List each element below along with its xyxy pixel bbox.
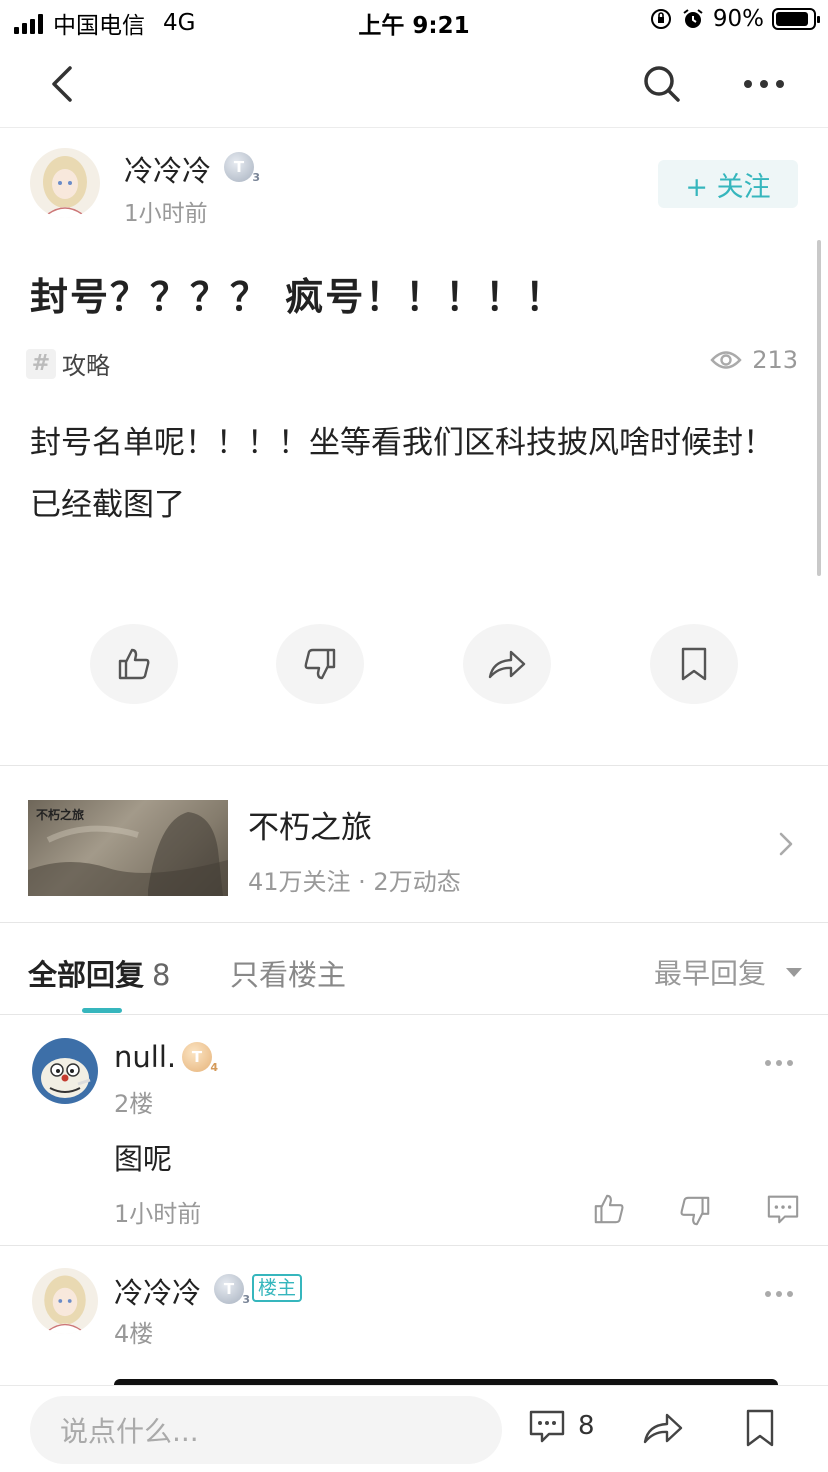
comments-button[interactable]: 8 [528,1408,595,1444]
search-icon[interactable] [640,62,684,106]
post-tag[interactable]: # 攻略 [26,346,110,381]
reply-avatar[interactable] [32,1268,98,1334]
status-bar: 中国电信 4G 上午 9:21 90% [0,0,828,44]
level-number: 4 [210,1061,218,1074]
follow-button[interactable]: + 关注 [658,160,798,208]
forum-stats: 41万关注 · 2万动态 [248,868,461,896]
forum-name[interactable]: 不朽之旅 [248,802,372,847]
scrollbar[interactable] [817,240,821,576]
section-divider [0,765,828,766]
comment-count: 8 [578,1411,595,1441]
bookmark-icon[interactable] [744,1408,776,1448]
level-badge: T 3 [224,152,260,184]
reply-floor: 2楼 [114,1090,154,1118]
tab-all-label: 全部回复 [28,958,145,992]
sort-label: 最早回复 [653,957,766,990]
comment-icon [529,1410,565,1443]
reply-avatar[interactable] [32,1038,98,1104]
comment-input[interactable]: 说点什么... [30,1396,502,1464]
tab-all-replies[interactable]: 全部回复 8 [28,952,170,994]
forum-thumbnail-label: 不朽之旅 [36,808,85,822]
dislike-button[interactable] [276,624,364,704]
sort-dropdown[interactable]: 最早回复 [654,952,802,992]
author-name[interactable]: 冷冷冷 [124,148,211,190]
view-count-value: 213 [752,346,798,374]
battery-percent: 90% [712,6,764,32]
bookmark-icon [681,647,707,681]
nav-bar [0,44,828,128]
thumbs-down-icon[interactable] [678,1194,712,1228]
alarm-icon [683,9,703,28]
section-divider [0,922,828,923]
battery-icon [772,8,820,30]
reply-count: 8 [152,958,171,992]
level-letter: T [223,1280,235,1298]
more-icon[interactable] [764,1058,794,1068]
caret-down-icon [786,967,802,977]
section-divider [0,1014,828,1015]
eye-icon [710,351,742,369]
level-badge: T 3 [214,1274,250,1306]
more-icon[interactable] [740,62,788,106]
reply-divider [0,1245,828,1246]
reply-time: 1小时前 [114,1200,202,1228]
more-icon[interactable] [764,1289,794,1299]
post-time: 1小时前 [124,201,208,227]
chevron-right-icon[interactable] [776,830,796,858]
level-letter: T [233,158,245,176]
like-button[interactable] [90,624,178,704]
active-tab-indicator [82,1008,122,1013]
level-number: 3 [252,171,260,184]
author-avatar[interactable] [30,148,100,218]
owner-badge: 楼主 [252,1274,303,1302]
level-number: 3 [242,1293,250,1306]
back-icon[interactable] [44,64,84,104]
view-count: 213 [710,346,798,374]
share-button[interactable] [463,624,551,704]
reply-floor: 4楼 [114,1320,154,1348]
forum-thumbnail[interactable]: 不朽之旅 [28,800,228,896]
post-title: 封号？？？？ 疯号！！！！！ [30,275,566,319]
comment-icon[interactable] [766,1192,800,1226]
hash-icon: # [26,348,56,379]
tab-owner-only[interactable]: 只看楼主 [230,952,346,994]
level-badge: T 4 [182,1042,218,1074]
reply-author-name[interactable]: 冷冷冷 [114,1270,201,1312]
post-body: 封号名单呢！！！！坐等看我们区科技披风啥时候封！已经截图了 [30,425,774,523]
orientation-lock-icon [650,9,671,29]
tag-label: 攻略 [62,352,110,380]
reply-author-name[interactable]: null. [114,1040,176,1074]
bookmark-button[interactable] [650,624,738,704]
share-icon[interactable] [642,1408,684,1448]
thumbs-up-icon[interactable] [592,1192,626,1226]
thumbs-down-icon [304,648,336,680]
bottom-bar: 说点什么... 8 [0,1385,828,1472]
level-letter: T [191,1048,203,1066]
reply-text: 图呢 [114,1142,173,1176]
share-icon [488,650,526,679]
status-right: 90% [649,6,820,32]
thumbs-up-icon [118,648,150,680]
